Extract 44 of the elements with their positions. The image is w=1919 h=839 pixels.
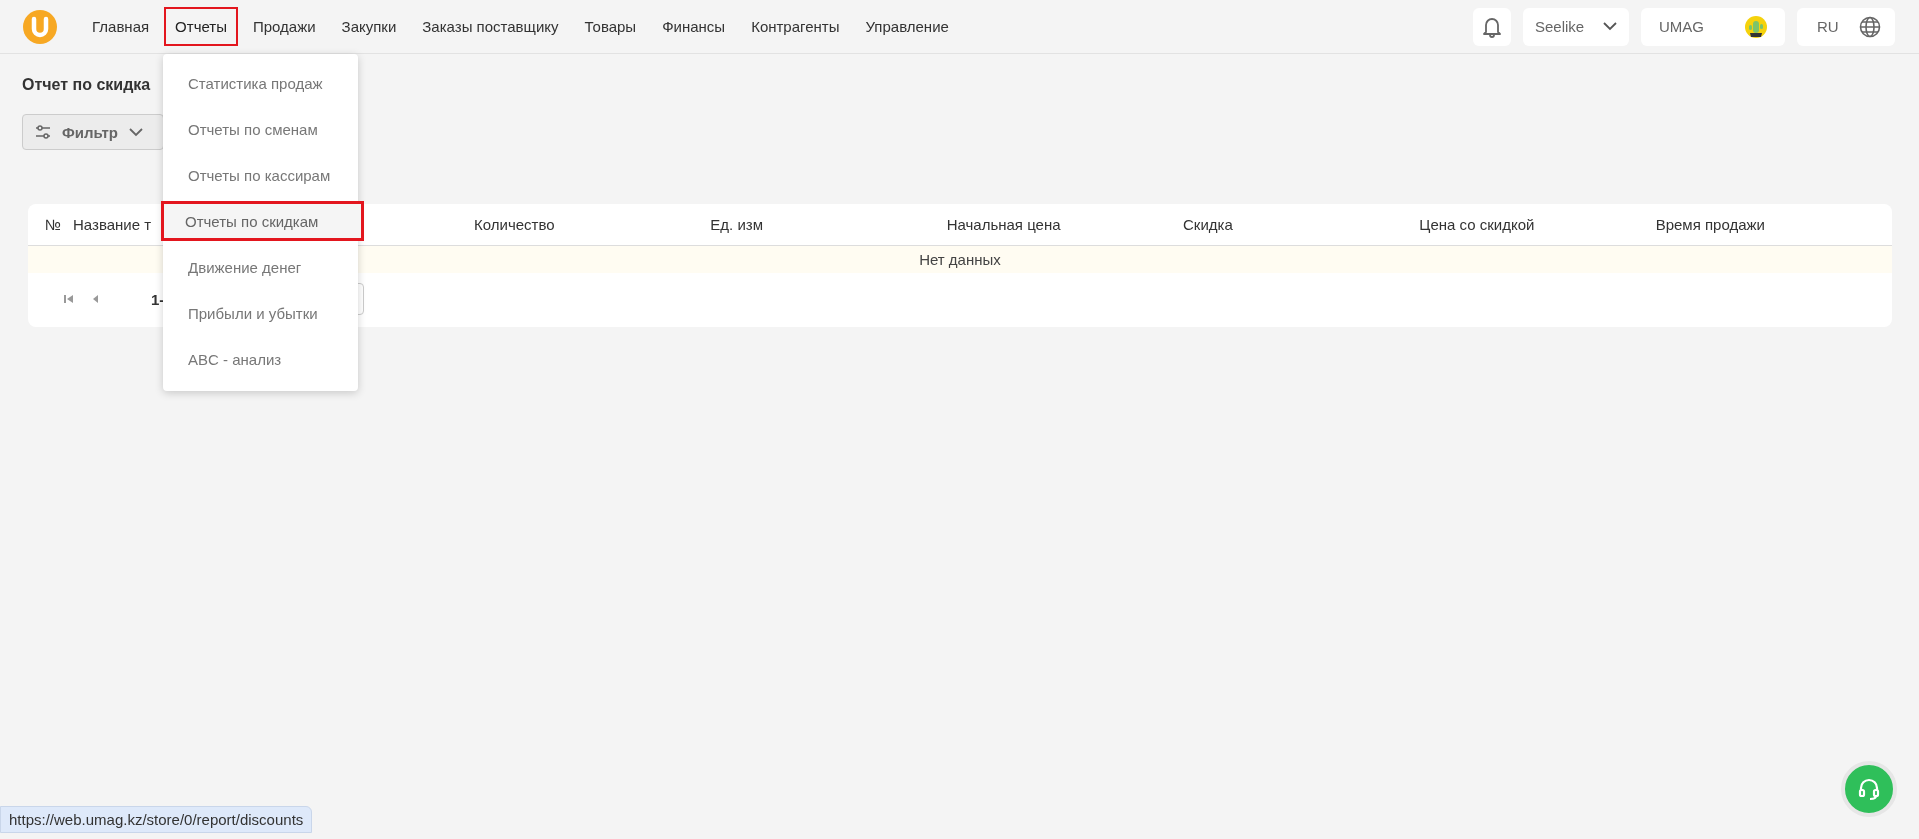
nav-link[interactable]: Заказы поставщику bbox=[411, 7, 570, 46]
column-header: Скидка bbox=[1183, 216, 1233, 233]
support-button[interactable] bbox=[1841, 761, 1897, 817]
menu-item[interactable]: Отчеты по кассирам bbox=[175, 155, 346, 195]
column-header: Ед. изм bbox=[710, 216, 763, 233]
column-header: Название т bbox=[73, 216, 152, 233]
nav-link[interactable]: Товары bbox=[573, 7, 648, 46]
menu-item[interactable]: Статистика продаж bbox=[175, 63, 346, 103]
headset-icon bbox=[1857, 777, 1881, 801]
menu-item[interactable]: Прибыли и убытки bbox=[175, 293, 346, 333]
column-header: Количество bbox=[474, 216, 555, 233]
chevron-down-icon bbox=[1603, 22, 1617, 31]
filter-button[interactable]: Фильтр bbox=[22, 114, 164, 150]
chevron-down-icon bbox=[128, 127, 143, 137]
user-button[interactable]: UMAG bbox=[1641, 7, 1785, 46]
language-button[interactable]: RU bbox=[1797, 7, 1895, 46]
menu-item[interactable]: Отчеты по скидкам bbox=[161, 201, 364, 241]
bell-icon bbox=[1482, 15, 1502, 38]
sliders-icon bbox=[35, 125, 51, 139]
store-select[interactable]: Seelike bbox=[1523, 7, 1629, 46]
empty-text: Нет данных bbox=[919, 251, 1001, 268]
nav-link[interactable]: Продажи bbox=[241, 7, 327, 46]
previous-page-icon[interactable] bbox=[92, 294, 99, 304]
column-header: Время продажи bbox=[1655, 216, 1765, 233]
column-header: Цена со скидкой bbox=[1419, 216, 1535, 233]
nav-link[interactable]: Контрагенты bbox=[740, 7, 851, 46]
column-header: № bbox=[45, 216, 62, 233]
notifications-button[interactable] bbox=[1473, 7, 1511, 46]
nav-link[interactable]: Управление bbox=[854, 7, 960, 46]
menu-item[interactable]: Движение денег bbox=[175, 247, 346, 287]
avatar-icon bbox=[1745, 15, 1767, 38]
menu-item[interactable]: ABC - анализ bbox=[175, 339, 346, 379]
page-title: Отчет по скидка bbox=[22, 76, 151, 94]
nav-link[interactable]: Закупки bbox=[330, 7, 408, 46]
nav-link[interactable]: Главная bbox=[81, 7, 161, 46]
status-url: https://web.umag.kz/store/0/report/discounts bbox=[0, 806, 313, 833]
logo-icon[interactable] bbox=[23, 9, 57, 44]
globe-icon bbox=[1859, 15, 1881, 38]
menu-item[interactable]: Отчеты по сменам bbox=[175, 109, 346, 149]
first-page-icon[interactable] bbox=[64, 294, 74, 304]
nav-link[interactable]: Финансы bbox=[651, 7, 737, 46]
page-range: 1- bbox=[151, 290, 165, 308]
nav-link[interactable]: Отчеты bbox=[164, 7, 238, 46]
column-header: Начальная цена bbox=[946, 216, 1061, 233]
